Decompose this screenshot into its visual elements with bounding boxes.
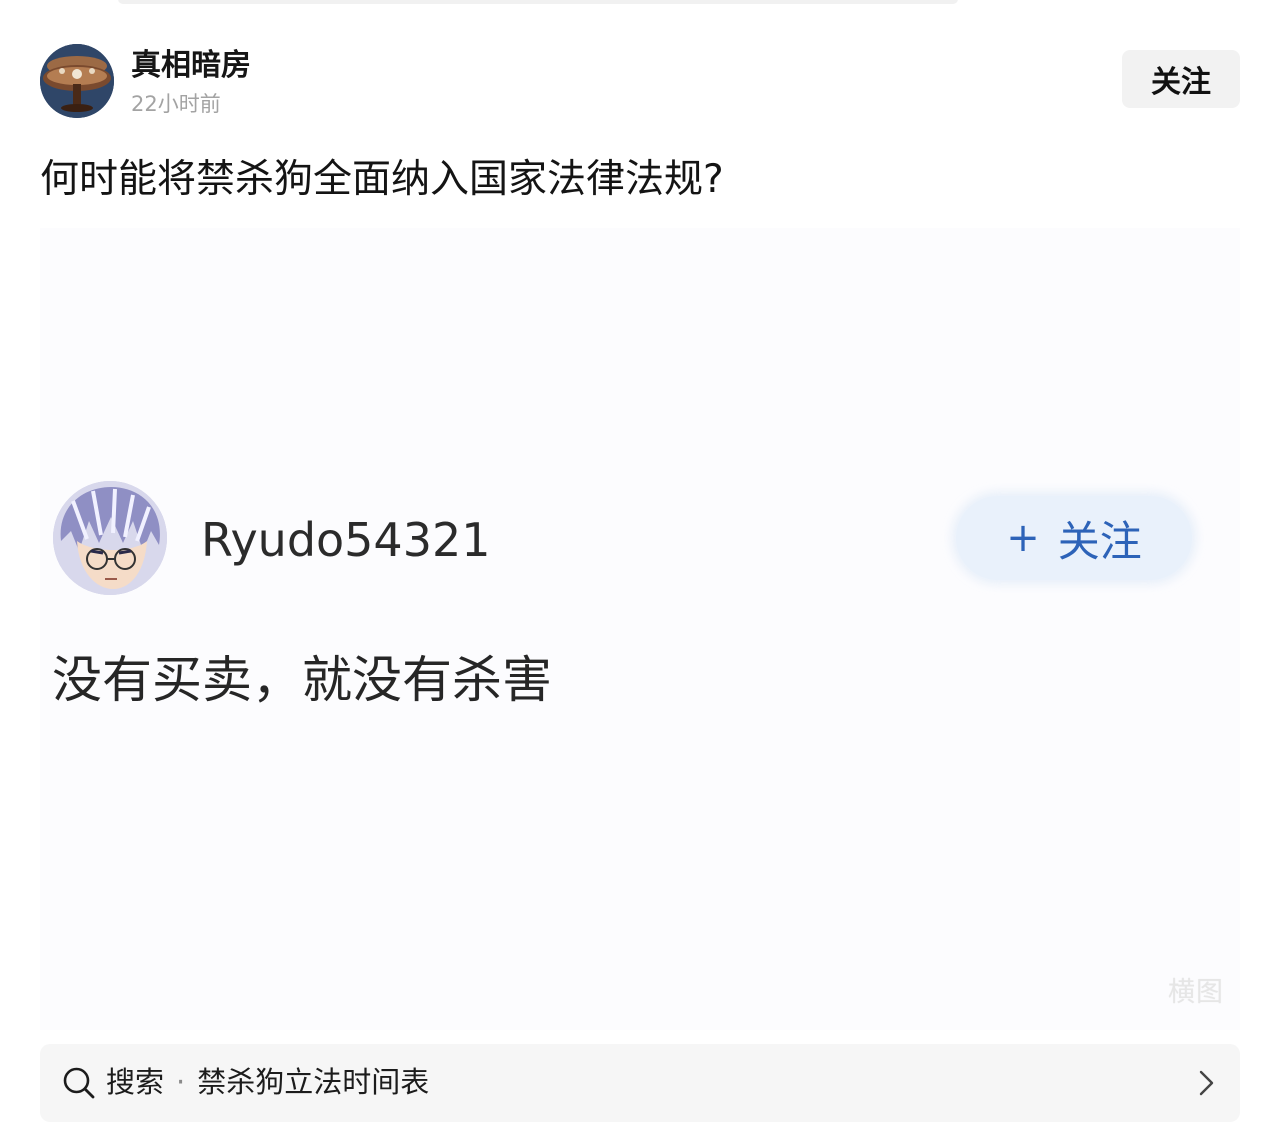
search-icon [63, 1067, 95, 1099]
commenter-username: Ryudo54321 [201, 513, 491, 567]
post-timestamp: 22小时前 [131, 92, 221, 116]
search-prefix: 搜索 [106, 1065, 165, 1099]
author-avatar[interactable] [40, 44, 114, 118]
follow-button[interactable]: 关注 [1122, 50, 1240, 108]
search-suggestion: 搜索 · 禁杀狗立法时间表 [106, 1062, 429, 1102]
inner-follow-button: + 关注 [956, 496, 1192, 580]
comment-text: 没有买卖，就没有杀害 [52, 651, 552, 709]
post-image[interactable]: Ryudo54321 + 关注 没有买卖，就没有杀害 横图 [40, 228, 1240, 1030]
search-separator: · [176, 1065, 186, 1099]
search-query: 禁杀狗立法时间表 [197, 1065, 430, 1099]
top-card-edge [118, 0, 958, 4]
post-header: 真相暗房 22小时前 关注 [40, 44, 1240, 118]
inner-follow-label: 关注 [1057, 516, 1142, 566]
post-title[interactable]: 何时能将禁杀狗全面纳入国家法律法规? [40, 154, 1240, 206]
commenter-avatar [53, 481, 167, 595]
image-orientation-badge: 横图 [1168, 977, 1224, 1008]
related-search-bar[interactable]: 搜索 · 禁杀狗立法时间表 [40, 1044, 1240, 1122]
anime-character-avatar-icon [53, 481, 167, 595]
plus-icon: + [1006, 515, 1040, 561]
avatar-round-table-icon [40, 44, 114, 118]
chevron-right-icon [1199, 1070, 1214, 1096]
author-name[interactable]: 真相暗房 [131, 46, 251, 86]
